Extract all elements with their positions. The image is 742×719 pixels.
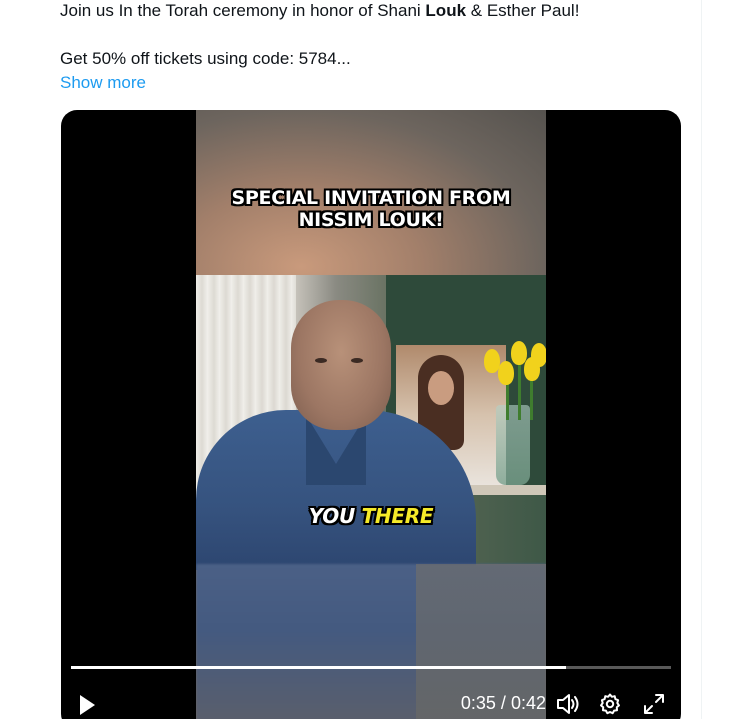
tweet-text-bold: Louk	[425, 1, 467, 20]
eye	[315, 358, 327, 363]
man-head	[291, 300, 391, 430]
time-separator: /	[500, 693, 506, 713]
tulip	[531, 343, 546, 367]
tweet-line-2: Get 50% off tickets using code: 5784...	[60, 49, 351, 68]
vase	[496, 405, 530, 485]
show-more-link[interactable]: Show more	[60, 71, 146, 95]
tulip-stem	[518, 360, 521, 420]
progress-bar[interactable]	[71, 666, 671, 669]
tweet-page: Join us In the Torah ceremony in honor o…	[0, 0, 742, 719]
tweet-text-segment: & Esther Paul!	[466, 1, 580, 20]
tweet-text-segment: Join us In the Torah ceremony in honor o…	[60, 1, 426, 20]
video-caption-subtitle: YOU THERE	[196, 505, 546, 527]
volume-icon[interactable]	[555, 692, 581, 716]
caption-word-highlight: THERE	[361, 504, 434, 528]
duration: 0:42	[510, 693, 546, 713]
video-player[interactable]: SPECIAL INVITATION FROM NISSIM LOUK! YOU…	[61, 110, 681, 719]
eye	[351, 358, 363, 363]
play-icon[interactable]	[75, 693, 99, 717]
fullscreen-icon[interactable]	[642, 692, 666, 716]
tweet-line-1: Join us In the Torah ceremony in honor o…	[60, 0, 579, 23]
time-display: 0:35 / 0:42	[446, 692, 546, 714]
column-divider	[701, 0, 702, 719]
tulip	[498, 361, 514, 385]
video-caption-title: SPECIAL INVITATION FROM NISSIM LOUK!	[231, 187, 511, 231]
photo-face	[428, 371, 454, 405]
man-body	[196, 410, 476, 570]
settings-icon[interactable]	[598, 692, 622, 716]
caption-word: YOU	[308, 504, 355, 528]
current-time: 0:35	[460, 693, 496, 713]
progress-fill	[71, 666, 566, 669]
